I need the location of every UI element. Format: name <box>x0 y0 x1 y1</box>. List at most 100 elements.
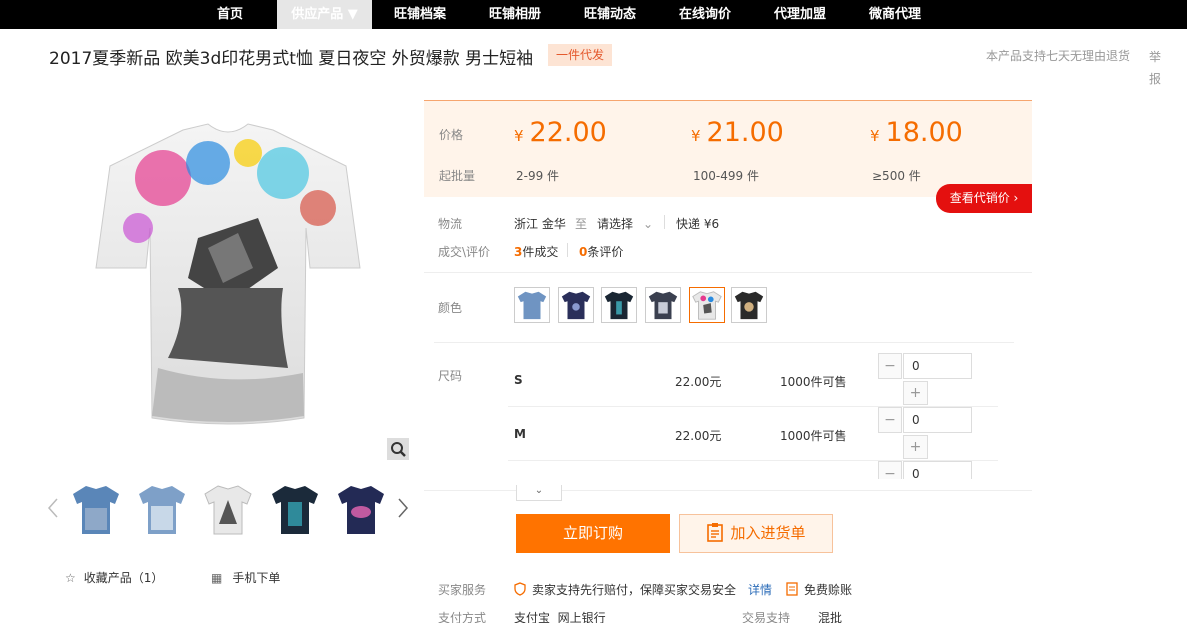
dropship-badge: 一件代发 <box>548 44 613 66</box>
currency-symbol: ¥ <box>514 127 524 145</box>
guarantee-text: 卖家支持先行赔付，保障买家交易安全 <box>532 583 737 597</box>
review-count[interactable]: 0条评价 <box>579 243 623 260</box>
price-tier-2-value: 21.00 <box>706 117 784 148</box>
thumbnail-5[interactable] <box>336 482 386 536</box>
qrcode-icon: ▦ <box>211 571 223 585</box>
color-swatch-6[interactable] <box>731 287 767 323</box>
shield-icon <box>514 582 526 596</box>
size-s-increment[interactable]: + <box>903 381 928 405</box>
size-m-name: M <box>514 427 526 441</box>
size-l-stepper-partial: − 0 <box>878 461 974 479</box>
mobile-order-button[interactable]: ▦ 手机下单 <box>211 569 280 586</box>
price-tier-1: ¥22.00 <box>514 117 607 148</box>
nav-album[interactable]: 旺铺相册 <box>480 0 550 29</box>
mobile-order-label: 手机下单 <box>232 571 281 585</box>
nav-agency[interactable]: 代理加盟 <box>765 0 835 29</box>
thumbs-next-icon[interactable] <box>396 497 410 519</box>
color-swatch-4[interactable] <box>645 287 681 323</box>
color-swatch-3[interactable] <box>601 287 637 323</box>
free-credit-service: 免费赊账 <box>786 581 852 598</box>
price-tier-2: ¥21.00 <box>691 117 784 148</box>
favorite-button[interactable]: ☆ 收藏产品（1） <box>65 569 163 586</box>
color-swatch-5[interactable] <box>689 287 725 323</box>
deal-count: 3件成交 <box>514 243 558 260</box>
qty-tier-1: 2-99 件 <box>516 169 560 183</box>
size-m-quantity-input[interactable]: 0 <box>903 407 972 433</box>
favorite-label: 收藏产品（1） <box>83 571 164 585</box>
thumbs-prev-icon[interactable] <box>46 497 60 519</box>
size-m-decrement[interactable]: − <box>878 407 902 433</box>
currency-symbol: ¥ <box>870 127 880 145</box>
clipboard-icon <box>707 523 724 542</box>
color-swatch-1[interactable] <box>514 287 550 323</box>
nav-home[interactable]: 首页 <box>200 0 260 29</box>
nav-wechat-agent[interactable]: 微商代理 <box>860 0 930 29</box>
magnifier-icon <box>391 442 406 457</box>
free-credit-text: 免费赊账 <box>804 583 853 597</box>
service-label: 买家服务 <box>438 583 487 597</box>
nav-profile[interactable]: 旺铺档案 <box>385 0 455 29</box>
trade-support-label: 交易支持 <box>742 611 791 623</box>
view-agent-price-button[interactable]: 查看代销价 › <box>936 184 1032 213</box>
nav-inquiry[interactable]: 在线询价 <box>670 0 740 29</box>
color-swatch-2[interactable] <box>558 287 594 323</box>
nav-news[interactable]: 旺铺动态 <box>575 0 645 29</box>
nav-products[interactable]: 供应产品 ▼ <box>277 0 372 29</box>
star-icon: ☆ <box>65 571 76 585</box>
price-tier-1-value: 22.00 <box>529 117 607 148</box>
trade-support-value: 混批 <box>818 611 843 623</box>
chevron-down-icon: ⌄ <box>534 485 544 496</box>
size-m-price: 22.00元 <box>675 429 722 443</box>
expand-sizes-button[interactable]: ⌄ <box>516 485 562 501</box>
add-to-cart-button[interactable]: 加入进货单 <box>679 514 833 553</box>
product-main-image[interactable] <box>88 118 368 438</box>
product-title: 2017夏季新品 欧美3d印花男式t恤 夏日夜空 外贸爆款 男士短袖 <box>49 49 534 69</box>
deal-count-suffix: 件成交 <box>522 245 559 259</box>
add-to-cart-label: 加入进货单 <box>730 524 806 542</box>
size-l-decrement[interactable]: − <box>878 461 902 479</box>
payment-methods: 支付宝 网上银行 <box>514 611 606 623</box>
thumbnail-1[interactable] <box>71 482 121 536</box>
thumbnail-4[interactable] <box>270 482 320 536</box>
report-link[interactable]: 举报 <box>1149 46 1163 90</box>
size-s-stock: 1000件可售 <box>780 375 847 389</box>
ship-from: 浙江 金华 <box>514 217 566 231</box>
nav-products-label: 供应产品 ▼ <box>291 7 358 22</box>
divider <box>567 243 568 257</box>
thumbnail-3[interactable] <box>203 482 253 536</box>
buy-now-button[interactable]: 立即订购 <box>516 514 670 553</box>
invoice-icon <box>786 582 798 596</box>
guarantee-service: 卖家支持先行赔付，保障买家交易安全 <box>514 581 736 598</box>
destination-select[interactable]: 请选择 ⌄ <box>597 215 653 232</box>
size-m-stock: 1000件可售 <box>780 429 847 443</box>
chevron-down-icon: ⌄ <box>643 217 654 231</box>
price-panel: 价格 起批量 ¥22.00 ¥21.00 ¥18.00 2-99 件 100-4… <box>424 100 1032 197</box>
deals-label: 成交\评价 <box>438 245 491 259</box>
price-tier-3-value: 18.00 <box>885 117 963 148</box>
min-qty-label: 起批量 <box>439 169 476 183</box>
size-l-quantity-input[interactable]: 0 <box>903 461 972 479</box>
price-tier-3: ¥18.00 <box>870 117 963 148</box>
currency-symbol: ¥ <box>691 127 701 145</box>
size-s-name: S <box>514 373 523 387</box>
thumbnail-2[interactable] <box>137 482 187 536</box>
color-label: 颜色 <box>438 301 463 315</box>
zoom-button[interactable] <box>387 438 409 460</box>
guarantee-details-link[interactable]: 详情 <box>748 581 772 598</box>
qty-tier-2: 100-499 件 <box>693 169 759 183</box>
destination-select-label: 请选择 <box>597 217 634 231</box>
payment-label: 支付方式 <box>438 611 487 623</box>
size-s-price: 22.00元 <box>675 375 722 389</box>
return-policy-note: 本产品支持七天无理由退货 <box>986 49 1131 63</box>
size-label: 尺码 <box>438 369 463 383</box>
divider <box>434 342 1014 343</box>
top-nav: 首页 供应产品 ▼ 旺铺档案 旺铺相册 旺铺动态 在线询价 代理加盟 微商代理 <box>0 0 1187 29</box>
size-s-quantity-input[interactable]: 0 <box>903 353 972 379</box>
divider <box>664 215 665 229</box>
ship-to-word: 至 <box>575 217 588 231</box>
logistics-label: 物流 <box>438 217 463 231</box>
price-label: 价格 <box>439 128 464 142</box>
review-count-suffix: 条评价 <box>587 245 624 259</box>
size-m-increment[interactable]: + <box>903 435 928 459</box>
size-s-decrement[interactable]: − <box>878 353 902 379</box>
